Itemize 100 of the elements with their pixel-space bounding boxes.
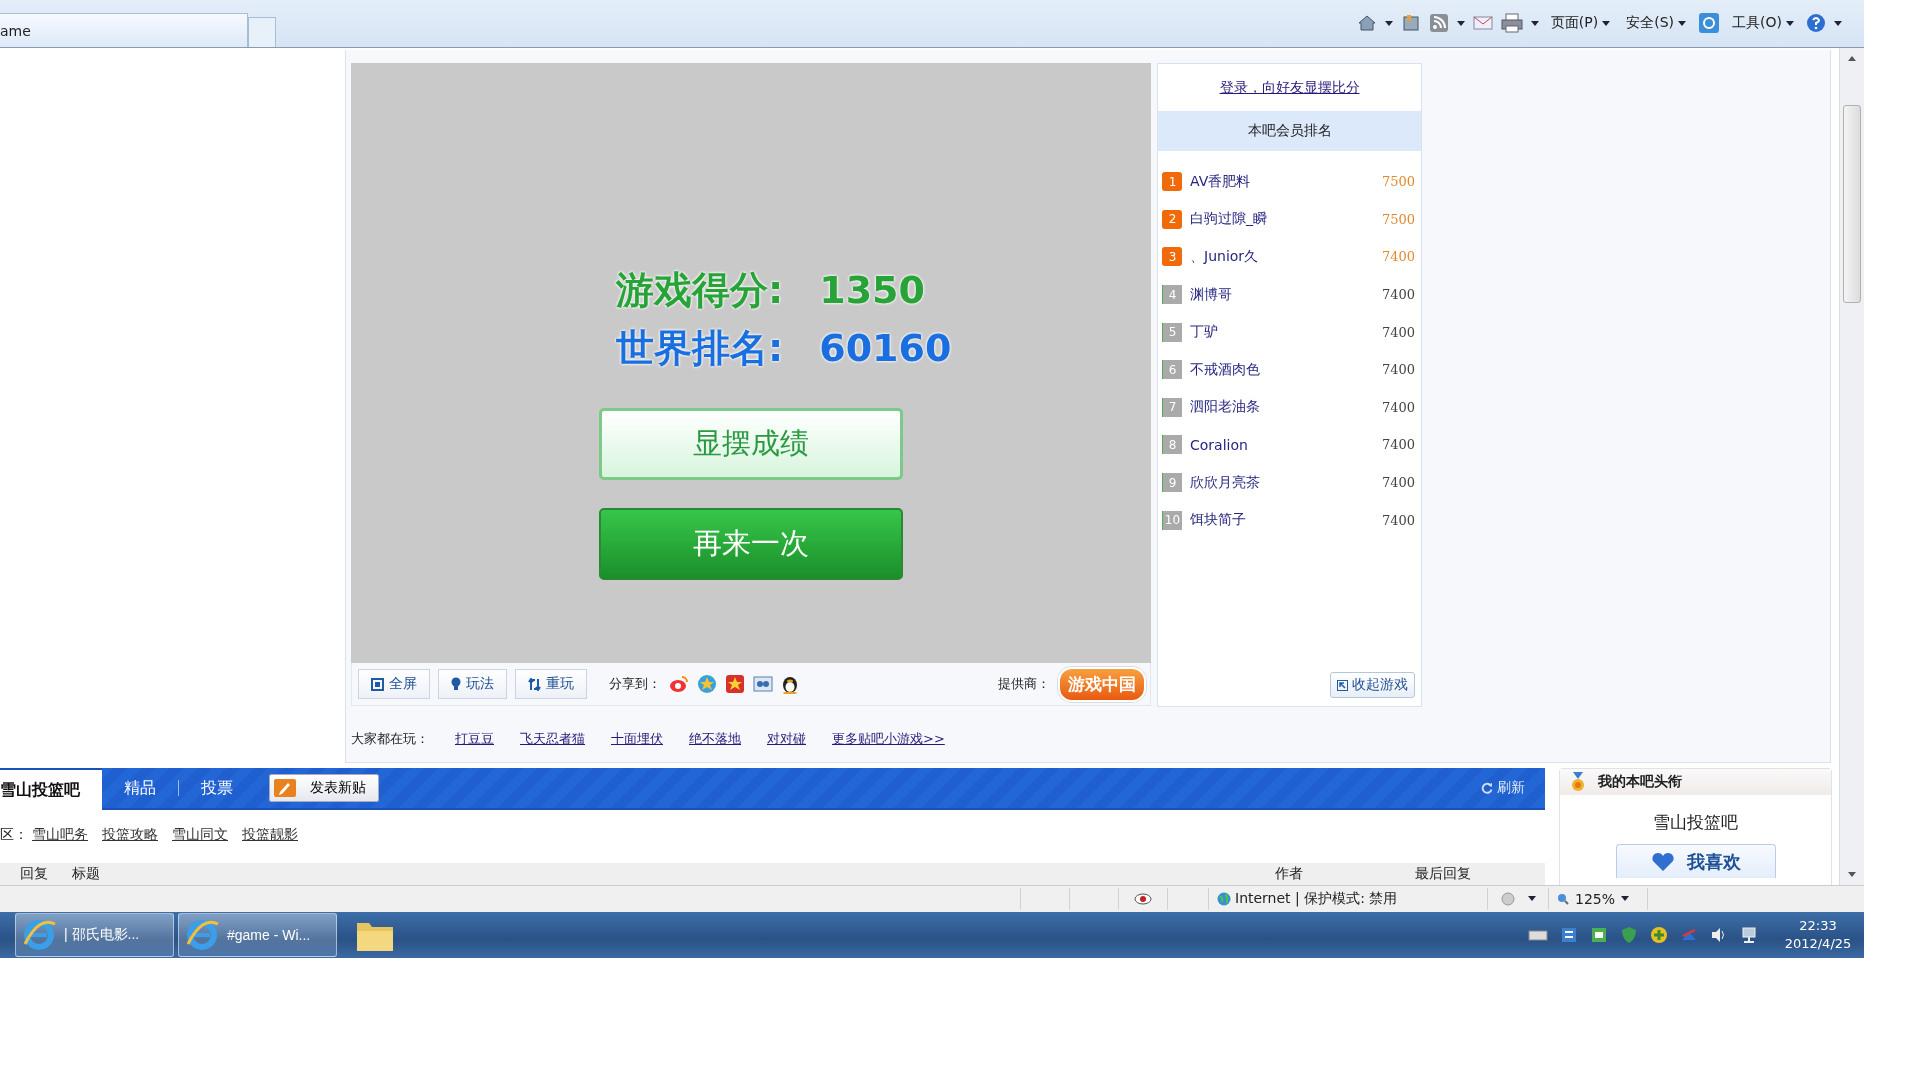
game-link[interactable]: 对对碰 — [767, 730, 806, 748]
share-icon[interactable] — [697, 674, 717, 694]
column-header: 回复 — [20, 865, 49, 883]
clock-date[interactable]: 2012/4/25 — [1784, 934, 1852, 953]
caret-icon[interactable] — [1530, 20, 1539, 26]
game-link[interactable]: 更多贴吧小游戏>> — [832, 730, 945, 748]
toolbar-menu[interactable]: 工具(O) — [1728, 14, 1798, 32]
toolbar-menu[interactable]: 安全(S) — [1622, 14, 1691, 32]
browser-tab[interactable]: ame — [0, 13, 248, 47]
share-icon[interactable] — [753, 675, 773, 693]
member-score: 7400 — [1381, 437, 1415, 453]
rank-badge: 8 — [1162, 435, 1182, 455]
member-score: 7500 — [1381, 211, 1415, 227]
forum-tab[interactable]: 雪山投篮吧 — [0, 768, 102, 810]
help-icon[interactable] — [1806, 13, 1826, 33]
member-name: AV香肥料 — [1190, 172, 1252, 191]
rank-badge: 6 — [1162, 360, 1182, 380]
rank-badge: 9 — [1162, 473, 1182, 493]
scrollbar-thumb[interactable] — [1843, 105, 1861, 303]
collapse-game-button[interactable]: 收起游戏 — [1330, 672, 1415, 698]
fullscreen-icon — [371, 677, 384, 691]
zoom-level[interactable]: 125% — [1575, 890, 1616, 907]
member-name: 饵块简子 — [1190, 511, 1247, 530]
network-icon[interactable] — [1740, 925, 1758, 944]
taskbar-button[interactable]: #game - Wi... — [178, 912, 337, 957]
browser-icon — [185, 917, 219, 952]
clock-time[interactable]: 22:33 — [1799, 916, 1837, 935]
eye-icon[interactable] — [1134, 891, 1152, 906]
collapse-icon — [1337, 679, 1348, 691]
game-link[interactable]: 飞天忍者猫 — [520, 730, 585, 748]
game-link[interactable]: 绝不落地 — [689, 730, 741, 748]
ranking-title: 本吧会员排名 — [1158, 111, 1421, 151]
zoom-icon — [1557, 892, 1569, 905]
refresh-button[interactable]: 刷新 — [1475, 778, 1531, 798]
rank-label: 世界排名: — [616, 324, 784, 372]
member-name: 丁驴 — [1190, 323, 1219, 342]
caret-icon[interactable] — [1834, 20, 1842, 26]
share-icon[interactable] — [669, 675, 689, 693]
tray-icon[interactable] — [1590, 925, 1608, 944]
caret-icon[interactable] — [1384, 20, 1393, 26]
keyboard-icon[interactable] — [1528, 927, 1548, 942]
member-score: 7400 — [1381, 512, 1415, 528]
column-header: 最后回复 — [1415, 865, 1472, 883]
game-control-button[interactable]: 全屏 — [358, 669, 430, 699]
caret-icon[interactable] — [1528, 896, 1536, 902]
member-name: 渊博哥 — [1190, 285, 1233, 304]
caret-icon[interactable] — [1621, 896, 1630, 902]
member-score: 7500 — [1381, 174, 1415, 190]
game-control-button[interactable]: 重玩 — [515, 669, 587, 699]
globe-icon — [1217, 891, 1231, 906]
zone-label: 区： — [0, 826, 28, 844]
toolbar-menu[interactable]: 页面(P) — [1546, 14, 1615, 32]
member-name: 白驹过隙_瞬 — [1190, 210, 1268, 229]
rank-badge: 1 — [1162, 172, 1182, 192]
rank-badge: 10 — [1162, 510, 1182, 530]
new-post-button[interactable]: 发表新贴 — [269, 774, 379, 802]
zone-link[interactable]: 投篮攻略 — [102, 826, 158, 844]
replay-icon — [528, 677, 541, 691]
mail-icon[interactable] — [1472, 15, 1493, 31]
zone-link[interactable]: 投篮靓影 — [242, 826, 298, 844]
score-value: 1350 — [819, 268, 925, 312]
rss-icon[interactable] — [1428, 13, 1449, 33]
forum-tab[interactable]: 精品 — [102, 768, 178, 808]
plus-icon[interactable] — [1650, 925, 1668, 944]
bulb-icon — [451, 677, 461, 691]
rank-value: 60160 — [819, 326, 952, 370]
member-name: 、Junior久 — [1190, 248, 1260, 266]
share-icon[interactable] — [725, 674, 745, 694]
forum-tab[interactable]: 投票 — [179, 768, 255, 808]
scrollbar[interactable] — [1839, 48, 1864, 885]
rank-badge: 2 — [1162, 209, 1182, 229]
refresh-icon[interactable] — [1698, 12, 1721, 34]
member-score: 7400 — [1381, 324, 1415, 340]
provider-label: 提供商： — [998, 675, 1050, 693]
member-name: 泗阳老油条 — [1190, 398, 1261, 417]
taskbar-button[interactable]: | 邵氏电影... — [15, 912, 174, 957]
tray-icon[interactable] — [1560, 925, 1578, 944]
score-label: 游戏得分: — [616, 266, 784, 314]
home-icon[interactable] — [1356, 13, 1377, 33]
game-link[interactable]: 打豆豆 — [455, 730, 494, 748]
scroll-up-arrow[interactable] — [1848, 56, 1856, 61]
scroll-down-arrow[interactable] — [1848, 872, 1856, 877]
medal-icon — [1570, 771, 1586, 793]
zone-link[interactable]: 雪山吧务 — [32, 826, 88, 844]
caret-icon[interactable] — [1456, 20, 1465, 26]
zone-link[interactable]: 雪山同文 — [172, 826, 228, 844]
game-control-button[interactable]: 玩法 — [438, 669, 507, 699]
game-link[interactable]: 十面埋伏 — [611, 730, 663, 748]
rank-badge: 5 — [1162, 322, 1182, 342]
print-icon[interactable] — [1500, 13, 1523, 33]
login-link[interactable]: 登录，向好友显摆比分 — [1158, 64, 1421, 111]
penguin-icon[interactable] — [781, 674, 799, 694]
pencil-icon — [274, 779, 296, 797]
refresh-icon — [1481, 782, 1493, 794]
like-button[interactable]: 我喜欢 — [1615, 844, 1776, 878]
member-name: 不戒酒肉色 — [1190, 360, 1261, 379]
column-header: 作者 — [1275, 865, 1304, 883]
playing-label: 大家都在玩： — [351, 730, 429, 748]
rank-badge: 3 — [1162, 247, 1182, 267]
share-label: 分享到： — [609, 675, 661, 693]
